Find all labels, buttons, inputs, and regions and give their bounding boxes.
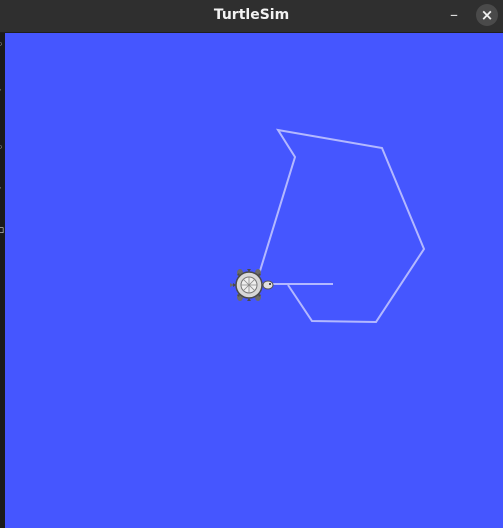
edge-glyph: ◦	[0, 38, 4, 51]
turtlesim-window: TurtleSim – × ◦ › ◦ › ▫	[0, 0, 503, 528]
turtle-canvas	[5, 33, 503, 528]
minimize-button[interactable]: –	[444, 4, 464, 28]
title-bar[interactable]: TurtleSim – ×	[0, 0, 503, 33]
edge-glyph: ◦	[0, 141, 4, 154]
close-button[interactable]: ×	[476, 4, 498, 26]
edge-glyph: ›	[0, 83, 1, 96]
edge-glyph: ›	[0, 181, 1, 194]
edge-glyph: ▫	[0, 223, 5, 236]
window-title: TurtleSim	[213, 7, 290, 23]
